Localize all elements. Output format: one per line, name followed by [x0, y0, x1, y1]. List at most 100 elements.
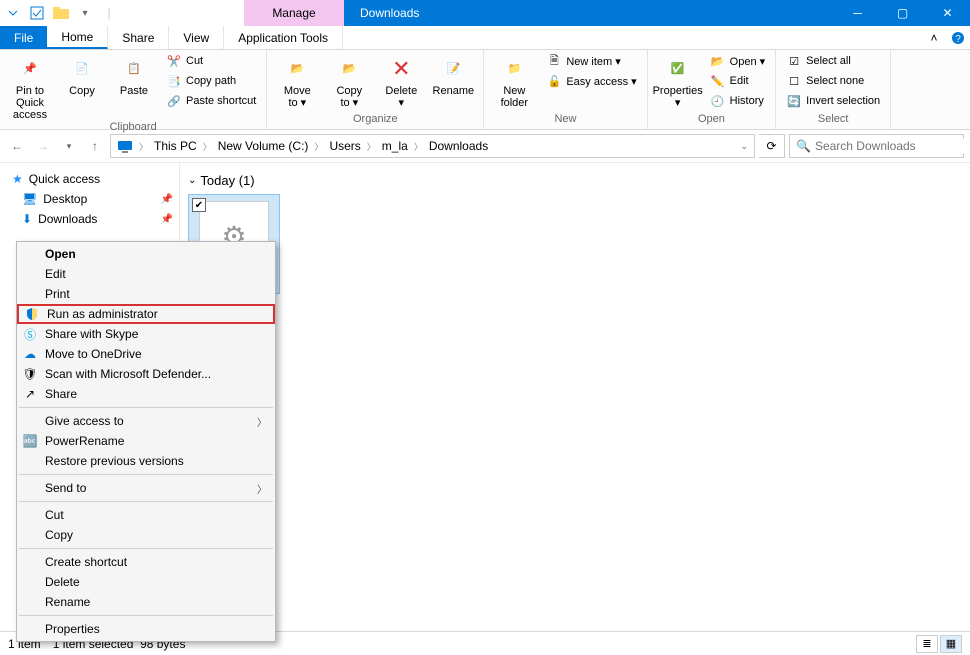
moveto-button[interactable]: 📂Move to ▾ [273, 52, 321, 109]
crumb-seg[interactable]: Users [325, 139, 364, 153]
crumb-expand-icon[interactable]: ⌄ [736, 141, 752, 152]
copyto-button[interactable]: 📂Copy to ▾ [325, 52, 373, 109]
breadcrumb-pc-icon[interactable] [113, 139, 137, 153]
search-input[interactable] [815, 139, 970, 153]
copypath-icon: 📑 [166, 73, 182, 89]
tab-share[interactable]: Share [108, 26, 169, 49]
pin-quickaccess-button[interactable]: 📌Pin to Quick access [6, 52, 54, 121]
tab-application-tools[interactable]: Application Tools [224, 26, 343, 49]
nav-downloads-label: Downloads [38, 212, 97, 226]
pin-label: Pin to Quick access [6, 85, 54, 121]
search-box[interactable]: 🔍 [789, 134, 964, 158]
crumb-sep-icon[interactable]: 〉 [365, 140, 378, 153]
ctx-powerrename[interactable]: 🔤PowerRename [17, 431, 275, 451]
nav-downloads[interactable]: ⬇Downloads📌 [0, 209, 179, 229]
downloads-icon: ⬇ [22, 212, 32, 226]
ctx-give-access[interactable]: Give access to〉 [17, 411, 275, 431]
group-label-select: Select [782, 113, 884, 127]
minimize-button[interactable]: ─ [835, 0, 880, 26]
ctx-separator [19, 407, 273, 408]
rename-button[interactable]: 📝Rename [429, 52, 477, 97]
ctx-print[interactable]: Print [17, 284, 275, 304]
crumb-sep-icon[interactable]: 〉 [412, 140, 425, 153]
view-details-button[interactable]: ≣ [916, 635, 938, 653]
ctx-share-skype[interactable]: ⓈShare with Skype [17, 324, 275, 344]
ctx-create-shortcut[interactable]: Create shortcut [17, 552, 275, 572]
tab-home[interactable]: Home [47, 26, 108, 49]
collapse-ribbon-icon[interactable]: ˄ [922, 26, 946, 49]
delete-button[interactable]: ✕Delete ▾ [377, 52, 425, 109]
refresh-button[interactable]: ⟳ [759, 134, 785, 158]
ribbon-group-select: ☑Select all ☐Select none 🔄Invert selecti… [776, 50, 891, 129]
open-label: Open ▾ [730, 55, 766, 68]
crumb-seg[interactable]: New Volume (C:) [214, 139, 313, 153]
file-list[interactable]: ⌄Today (1) ✔ ⚙ tch. [180, 163, 970, 631]
ctx-defender[interactable]: 🛡Scan with Microsoft Defender... [17, 364, 275, 384]
qat-overflow-icon[interactable]: ▾ [74, 2, 96, 24]
pasteshortcut-button[interactable]: 🔗Paste shortcut [162, 92, 260, 110]
delete-label: Delete ▾ [385, 85, 417, 109]
window-title-text: Downloads [360, 6, 419, 20]
ctx-separator [19, 548, 273, 549]
view-switcher: ≣ ▦ [916, 635, 962, 653]
ctx-send-to[interactable]: Send to〉 [17, 478, 275, 498]
ctx-copy[interactable]: Copy [17, 525, 275, 545]
crumb-sep-icon[interactable]: 〉 [201, 140, 214, 153]
ctx-share[interactable]: ↗Share [17, 384, 275, 404]
close-button[interactable]: ✕ [925, 0, 970, 26]
qat-checkbox-icon[interactable] [26, 2, 48, 24]
cut-button[interactable]: ✂️Cut [162, 52, 260, 70]
maximize-button[interactable]: ▢ [880, 0, 925, 26]
file-checkbox[interactable]: ✔ [192, 198, 206, 212]
tab-file[interactable]: File [0, 26, 47, 49]
crumb-seg[interactable]: This PC [150, 139, 201, 153]
help-icon[interactable]: ? [946, 26, 970, 49]
view-thumbs-button[interactable]: ▦ [940, 635, 962, 653]
ctx-delete[interactable]: Delete [17, 572, 275, 592]
ctx-properties[interactable]: Properties [17, 619, 275, 639]
properties-button[interactable]: ✅Properties ▾ [654, 52, 702, 109]
forward-button[interactable]: → [32, 135, 54, 157]
crumb-sep-icon[interactable]: 〉 [137, 140, 150, 153]
shortcut-icon: 🔗 [166, 93, 182, 109]
qat-down-icon[interactable] [2, 2, 24, 24]
selectnone-button[interactable]: ☐Select none [782, 72, 884, 90]
ctx-onedrive[interactable]: ☁Move to OneDrive [17, 344, 275, 364]
crumb-seg[interactable]: Downloads [425, 139, 492, 153]
group-label-organize: Organize [273, 113, 477, 127]
contextual-tab-manage[interactable]: Manage [244, 0, 344, 26]
nav-desktop[interactable]: 🖥Desktop📌 [0, 189, 179, 209]
selectall-button[interactable]: ☑Select all [782, 52, 884, 70]
crumb-seg[interactable]: m_la [378, 139, 412, 153]
newfolder-button[interactable]: 📁New folder [490, 52, 538, 109]
back-button[interactable]: ← [6, 135, 28, 157]
edit-button[interactable]: ✏️Edit [706, 72, 770, 90]
ctx-open[interactable]: Open [17, 244, 275, 264]
copypath-button[interactable]: 📑Copy path [162, 72, 260, 90]
selectall-label: Select all [806, 55, 851, 67]
ctx-edit[interactable]: Edit [17, 264, 275, 284]
qat-folder-icon[interactable] [50, 2, 72, 24]
copy-button[interactable]: 📄Copy [58, 52, 106, 97]
paste-button[interactable]: 📋Paste [110, 52, 158, 97]
easyaccess-label: Easy access ▾ [566, 75, 636, 88]
tab-view[interactable]: View [169, 26, 224, 49]
ctx-rename[interactable]: Rename [17, 592, 275, 612]
invert-button[interactable]: 🔄Invert selection [782, 92, 884, 110]
recent-dropdown[interactable]: ▾ [58, 135, 80, 157]
ctx-cut[interactable]: Cut [17, 505, 275, 525]
shield-icon [24, 306, 40, 322]
newitem-button[interactable]: 🗎New item ▾ [542, 52, 640, 70]
nav-quick-access[interactable]: ★Quick access [0, 169, 179, 189]
crumb-sep-icon[interactable]: 〉 [312, 140, 325, 153]
ctx-run-as-admin[interactable]: Run as administrator [17, 304, 275, 324]
group-today[interactable]: ⌄Today (1) [188, 171, 962, 194]
ctx-restore[interactable]: Restore previous versions [17, 451, 275, 471]
open-button[interactable]: 📂Open ▾ [706, 52, 770, 70]
easyaccess-button[interactable]: 🔓Easy access ▾ [542, 72, 640, 90]
up-button[interactable]: ↑ [84, 135, 106, 157]
star-icon: ★ [12, 172, 23, 186]
context-menu: Open Edit Print Run as administrator ⓈSh… [16, 241, 276, 642]
history-button[interactable]: 🕘History [706, 92, 770, 110]
breadcrumb[interactable]: 〉 This PC 〉 New Volume (C:) 〉 Users 〉 m_… [110, 134, 755, 158]
